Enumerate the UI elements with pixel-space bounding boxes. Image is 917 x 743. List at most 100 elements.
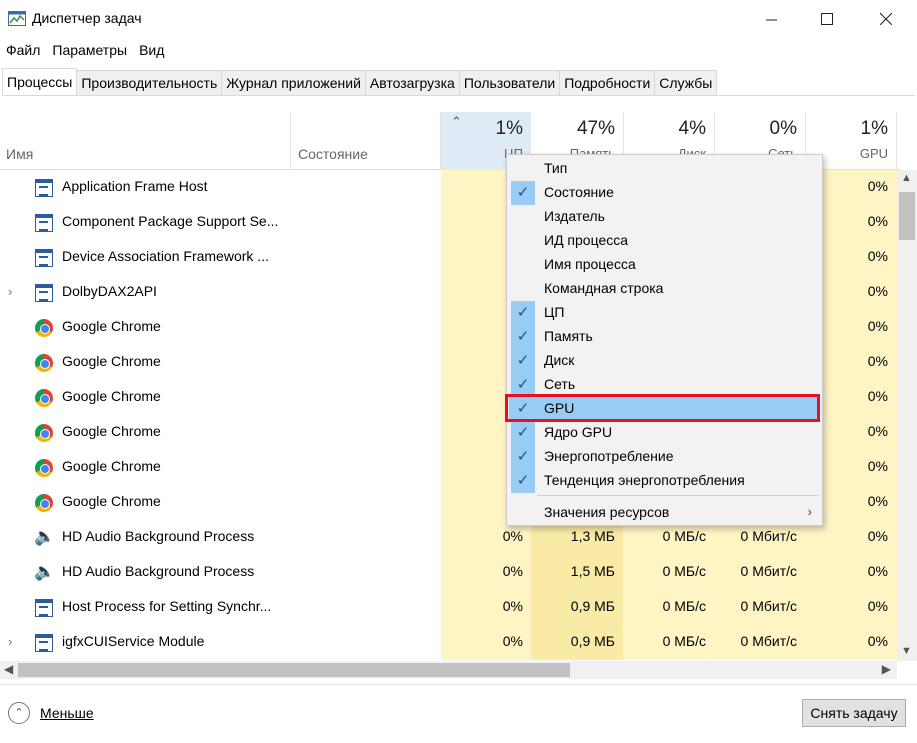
speaker-icon: 🔈 bbox=[34, 527, 56, 546]
process-name: Google Chrome bbox=[62, 353, 161, 369]
menu-item-8[interactable]: ✓ Диск bbox=[509, 349, 820, 373]
menu-item-label: Тип bbox=[544, 160, 568, 176]
table-row[interactable]: 🔈 HD Audio Background Process 0% 1,5 МБ 0 МБ… bbox=[0, 555, 901, 590]
menu-item-1[interactable]: ✓ Состояние bbox=[509, 181, 820, 205]
close-icon bbox=[880, 13, 892, 25]
app-window-icon bbox=[35, 249, 53, 267]
menu-bar: Файл Параметры Вид bbox=[0, 42, 170, 62]
chrome-icon bbox=[35, 319, 53, 337]
expand-chevron-icon[interactable]: › bbox=[8, 284, 12, 299]
minimize-button[interactable] bbox=[748, 0, 794, 38]
memory-total: 47% bbox=[576, 118, 615, 139]
horizontal-scrollbar[interactable]: ◀ ▶ bbox=[0, 661, 897, 679]
menu-item-label: Энергопотребление bbox=[544, 448, 674, 464]
menu-item-label: Тенденция энергопотребления bbox=[544, 472, 745, 488]
close-button[interactable] bbox=[863, 0, 909, 38]
tab-app-history[interactable]: Журнал приложений bbox=[221, 70, 366, 95]
menu-separator bbox=[537, 495, 819, 496]
menu-item-3[interactable]: ИД процесса bbox=[509, 229, 820, 253]
tab-services[interactable]: Службы bbox=[654, 70, 718, 95]
menu-options[interactable]: Параметры bbox=[46, 42, 133, 62]
memory-cell: 0,9 МБ bbox=[531, 590, 623, 625]
submenu-arrow-icon: › bbox=[807, 504, 812, 519]
menu-item-label: Имя процесса bbox=[544, 256, 636, 272]
vertical-scrollbar[interactable]: ▲ ▼ bbox=[897, 170, 917, 661]
column-state-header[interactable]: Состояние bbox=[298, 146, 368, 162]
menu-item-7[interactable]: ✓ Память bbox=[509, 325, 820, 349]
column-name-header[interactable]: Имя bbox=[6, 146, 33, 162]
menu-item-label: Состояние bbox=[544, 184, 614, 200]
speaker-icon: 🔈 bbox=[34, 562, 56, 581]
menu-item-label: ЦП bbox=[544, 304, 565, 320]
tab-processes[interactable]: Процессы bbox=[2, 68, 78, 95]
maximize-icon bbox=[821, 13, 833, 25]
menu-item-0[interactable]: Тип bbox=[509, 157, 820, 181]
tab-performance[interactable]: Производительность bbox=[76, 70, 223, 95]
fewer-details-link[interactable]: Меньше bbox=[40, 705, 94, 721]
scroll-down-icon[interactable]: ▼ bbox=[901, 645, 912, 657]
network-total: 0% bbox=[769, 118, 797, 139]
cpu-cell: 0% bbox=[441, 625, 531, 660]
chrome-icon bbox=[35, 424, 53, 442]
menu-item-11[interactable]: ✓ Ядро GPU bbox=[509, 421, 820, 445]
menu-view[interactable]: Вид bbox=[133, 42, 170, 62]
process-name: Google Chrome bbox=[62, 318, 161, 334]
table-row[interactable]: Host Process for Setting Synchr... 0% 0,9 … bbox=[0, 590, 901, 625]
disk-total: 4% bbox=[678, 118, 706, 139]
app-window-icon bbox=[35, 634, 53, 652]
footer: ⌃ Меньше Снять задачу bbox=[0, 684, 917, 743]
menu-item-label: Командная строка bbox=[544, 280, 664, 296]
column-gpu-core-header[interactable]: Яд bbox=[896, 112, 901, 170]
collapse-up-icon[interactable]: ⌃ bbox=[8, 702, 30, 724]
process-name: Component Package Support Se... bbox=[62, 213, 279, 229]
process-name: Google Chrome bbox=[62, 458, 161, 474]
process-name: Google Chrome bbox=[62, 493, 161, 509]
process-name: Application Frame Host bbox=[62, 178, 208, 194]
menu-item-label: ИД процесса bbox=[544, 232, 629, 248]
menu-item-resource-values[interactable]: Значения ресурсов › bbox=[509, 501, 820, 525]
cpu-total: 1% bbox=[495, 118, 523, 139]
disk-cell: 0 МБ/с bbox=[623, 590, 714, 625]
menu-item-5[interactable]: Командная строка bbox=[509, 277, 820, 301]
vertical-scroll-thumb[interactable] bbox=[899, 192, 915, 240]
tab-startup[interactable]: Автозагрузка bbox=[364, 70, 460, 95]
table-row[interactable]: › igfxCUIService Module 0% 0,9 МБ 0 МБ/с 0 Мб… bbox=[0, 625, 901, 660]
disk-cell: 0 МБ/с bbox=[623, 625, 714, 660]
expand-chevron-icon[interactable]: › bbox=[8, 634, 12, 649]
network-cell: 0 Мбит/с bbox=[714, 625, 805, 660]
horizontal-scroll-thumb[interactable] bbox=[18, 663, 570, 677]
menu-item-4[interactable]: Имя процесса bbox=[509, 253, 820, 277]
end-task-button[interactable]: Снять задачу bbox=[802, 699, 906, 727]
process-name: Google Chrome bbox=[62, 423, 161, 439]
menu-item-2[interactable]: Издатель bbox=[509, 205, 820, 229]
tab-users[interactable]: Пользователи bbox=[458, 70, 561, 95]
menu-item-label: Память bbox=[544, 328, 593, 344]
process-name: Device Association Framework ... bbox=[62, 248, 269, 264]
checkbox-empty bbox=[511, 277, 535, 301]
task-manager-icon bbox=[8, 11, 26, 26]
app-window-icon bbox=[35, 214, 53, 232]
menu-item-label: Диск bbox=[544, 352, 575, 368]
checkbox-empty bbox=[511, 229, 535, 253]
highlight-annotation-box bbox=[505, 394, 820, 422]
scroll-left-icon[interactable]: ◀ bbox=[4, 662, 13, 676]
checkmark-icon: ✓ bbox=[511, 181, 535, 205]
scroll-up-icon[interactable]: ▲ bbox=[901, 172, 912, 184]
menu-file[interactable]: Файл bbox=[0, 42, 46, 62]
gpu-label: GPU bbox=[859, 146, 888, 161]
tab-details[interactable]: Подробности bbox=[559, 70, 656, 95]
scroll-right-icon[interactable]: ▶ bbox=[882, 662, 891, 676]
menu-item-12[interactable]: ✓ Энергопотребление bbox=[509, 445, 820, 469]
process-name: Google Chrome bbox=[62, 388, 161, 404]
sort-ascending-icon: ⌃ bbox=[451, 114, 462, 129]
checkmark-icon: ✓ bbox=[511, 445, 535, 469]
menu-item-label: Ядро GPU bbox=[544, 424, 613, 440]
maximize-button[interactable] bbox=[804, 0, 850, 38]
menu-item-6[interactable]: ✓ ЦП bbox=[509, 301, 820, 325]
menu-item-label: Издатель bbox=[544, 208, 605, 224]
process-name: igfxCUIService Module bbox=[62, 633, 205, 649]
process-name: HD Audio Background Process bbox=[62, 563, 255, 579]
memory-cell: 1,5 МБ bbox=[531, 555, 623, 590]
menu-item-13[interactable]: ✓ Тенденция энергопотребления bbox=[509, 469, 820, 493]
chrome-icon bbox=[35, 459, 53, 477]
